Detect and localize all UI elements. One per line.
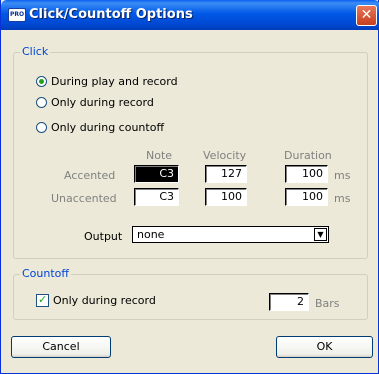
checkbox-checked-icon[interactable] bbox=[36, 293, 49, 307]
ok-button[interactable]: OK bbox=[276, 336, 373, 358]
close-button[interactable]: ✕ bbox=[356, 5, 377, 26]
accented-note-field[interactable]: C3 bbox=[134, 165, 179, 183]
unaccented-duration-field[interactable]: 100 bbox=[285, 188, 328, 206]
countoff-group-legend: Countoff bbox=[20, 267, 71, 280]
accented-duration-field[interactable]: 100 bbox=[285, 165, 328, 183]
chevron-down-icon[interactable]: ▼ bbox=[314, 228, 327, 241]
bars-field[interactable]: 2 bbox=[269, 293, 309, 311]
checkbox-only-during-record[interactable]: Only during record bbox=[36, 292, 156, 308]
column-header-velocity: Velocity bbox=[203, 149, 247, 162]
radio-during-play-and-record[interactable]: During play and record bbox=[36, 73, 178, 89]
radio-only-during-record[interactable]: Only during record bbox=[36, 94, 154, 110]
radio-button-icon[interactable] bbox=[36, 96, 47, 108]
radio-button-selected-icon[interactable] bbox=[36, 75, 47, 87]
app-icon: PRO bbox=[8, 8, 26, 22]
window-title: Click/Countoff Options bbox=[29, 7, 193, 22]
cancel-button[interactable]: Cancel bbox=[11, 336, 111, 358]
radio-only-during-countoff[interactable]: Only during countoff bbox=[36, 119, 164, 135]
accented-ms-unit: ms bbox=[334, 169, 351, 182]
column-header-note: Note bbox=[146, 149, 173, 162]
dialog-window: PRO Click/Countoff Options ✕ Click Durin… bbox=[0, 0, 379, 374]
click-group-legend: Click bbox=[20, 45, 51, 58]
bars-unit: Bars bbox=[315, 297, 340, 310]
accented-velocity-field[interactable]: 127 bbox=[205, 165, 247, 183]
radio-label: Only during countoff bbox=[51, 120, 165, 134]
unaccented-velocity-field[interactable]: 100 bbox=[205, 188, 247, 206]
close-icon: ✕ bbox=[360, 7, 373, 23]
radio-label: During play and record bbox=[51, 74, 178, 88]
unaccented-ms-unit: ms bbox=[334, 192, 351, 205]
output-dropdown-value: none bbox=[137, 228, 165, 241]
radio-label: Only during record bbox=[51, 95, 154, 109]
checkbox-label: Only during record bbox=[53, 293, 156, 307]
output-dropdown[interactable]: none ▼ bbox=[132, 226, 329, 243]
output-label: Output bbox=[84, 230, 123, 243]
title-bar[interactable]: PRO Click/Countoff Options ✕ bbox=[1, 0, 379, 30]
unaccented-label: Unaccented bbox=[51, 192, 117, 205]
unaccented-note-field[interactable]: C3 bbox=[134, 188, 179, 206]
column-header-duration: Duration bbox=[284, 149, 332, 162]
radio-button-icon[interactable] bbox=[36, 121, 47, 133]
accented-label: Accented bbox=[64, 169, 116, 182]
